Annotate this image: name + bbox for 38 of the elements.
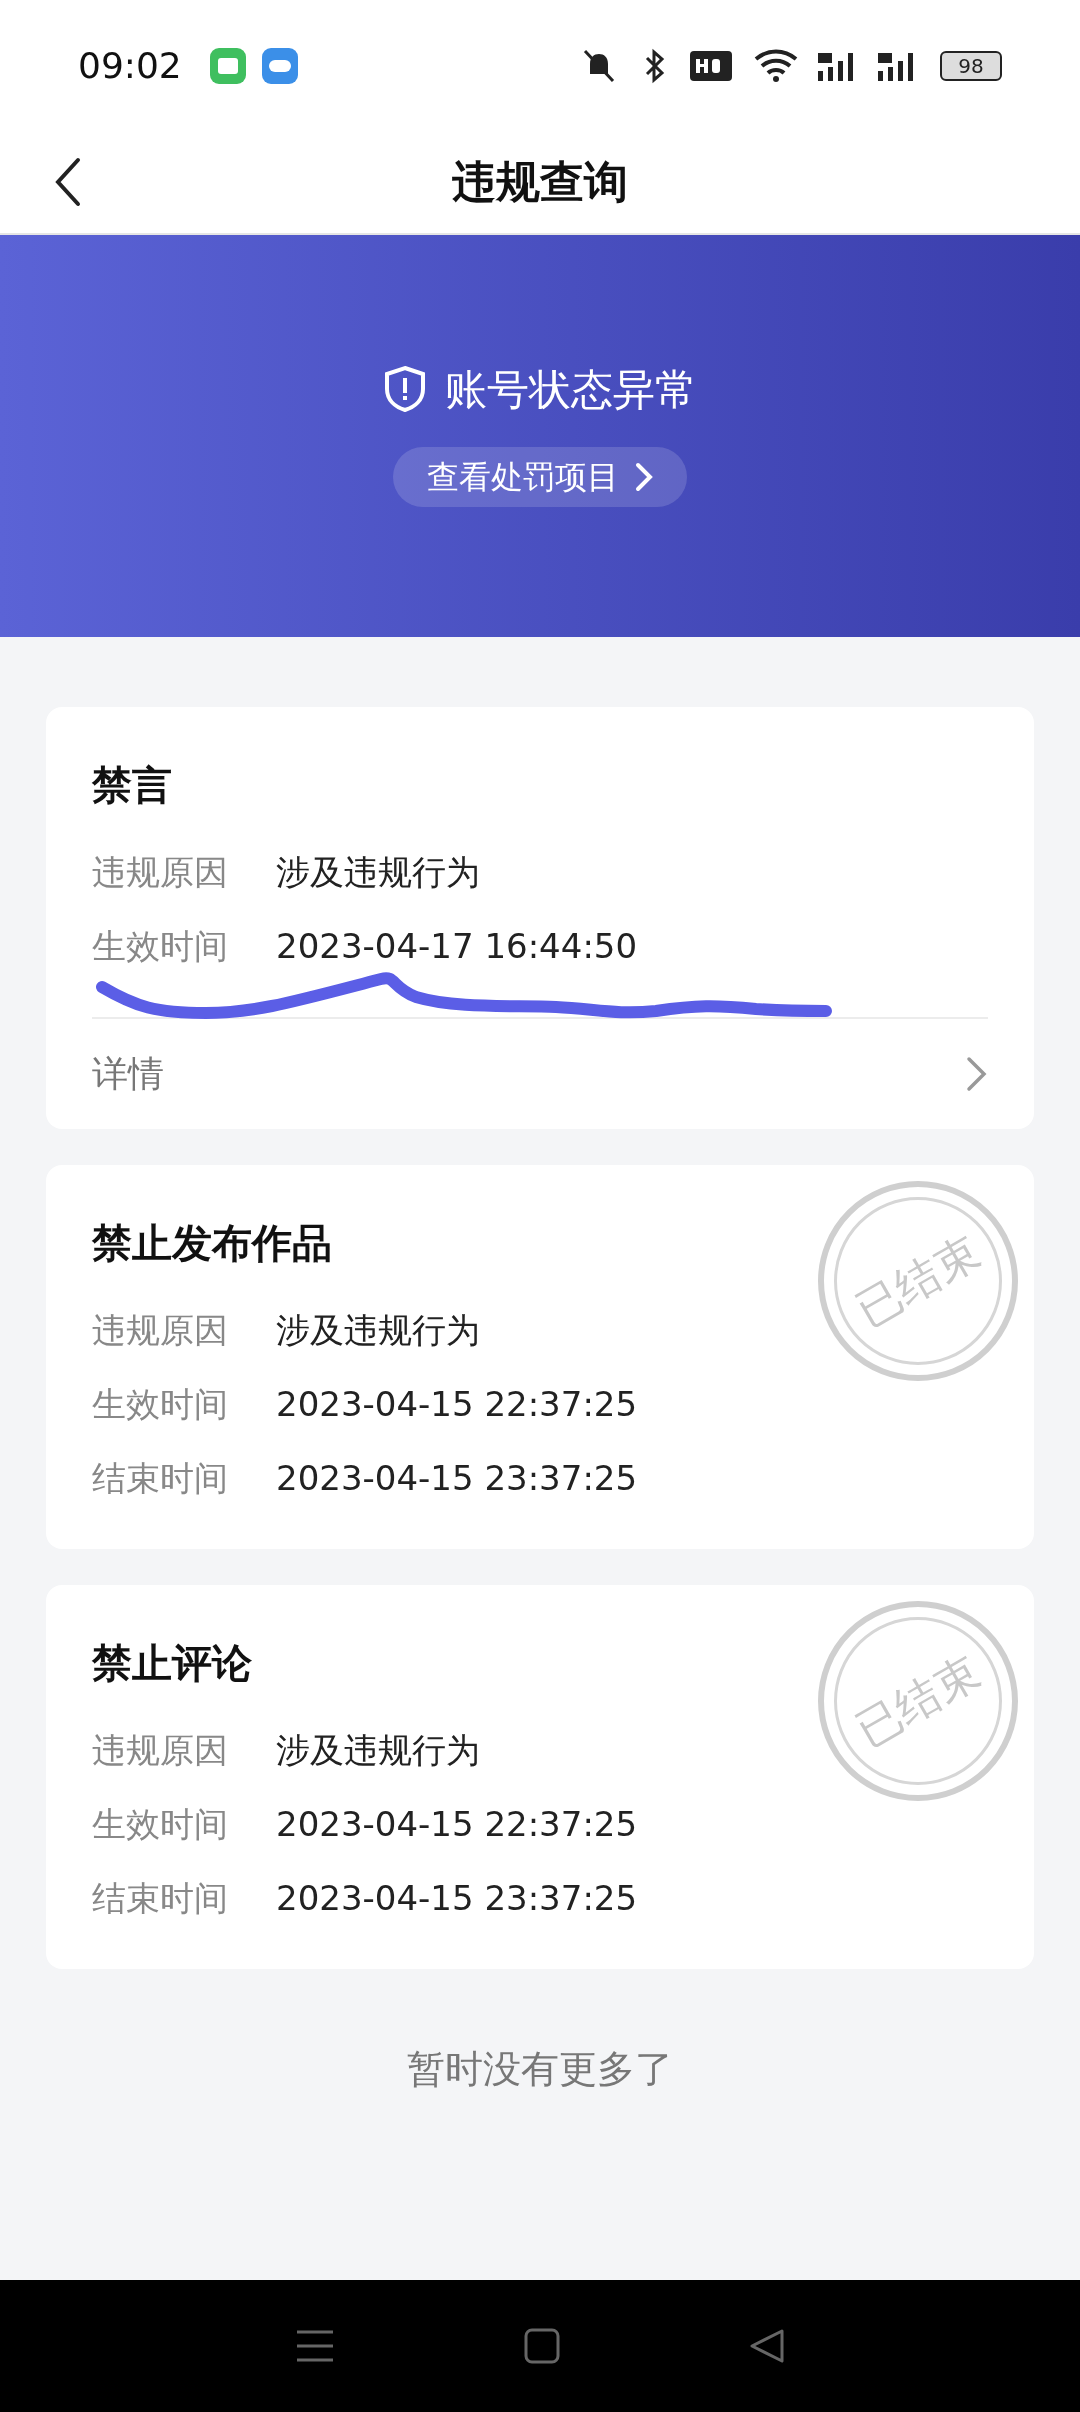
back-icon[interactable] xyxy=(749,2328,786,2364)
field-value: 涉及违规行为 xyxy=(276,850,480,894)
bluetooth-icon xyxy=(644,48,666,84)
field-label: 结束时间 xyxy=(92,1876,229,1920)
card-title: 禁言 xyxy=(92,761,172,810)
chevron-right-icon xyxy=(966,1056,988,1092)
menu-icon[interactable] xyxy=(294,2329,335,2363)
shield-alert-icon xyxy=(383,365,427,413)
field-label: 违规原因 xyxy=(92,850,229,894)
field-value: 2023-04-15 22:37:25 xyxy=(276,1802,638,1846)
details-link[interactable]: 详情 xyxy=(46,1019,1034,1129)
messages-app-icon xyxy=(209,48,246,84)
field-label: 结束时间 xyxy=(92,1456,229,1500)
home-icon[interactable] xyxy=(524,2328,560,2364)
card-title: 禁止发布作品 xyxy=(92,1219,332,1268)
card-title: 禁止评论 xyxy=(92,1639,252,1688)
field-label: 生效时间 xyxy=(92,1382,229,1426)
field-value: 2023-04-15 22:37:25 xyxy=(276,1382,638,1426)
status-time: 09:02 xyxy=(78,44,182,88)
hd-icon xyxy=(690,51,732,81)
page-title: 违规查询 xyxy=(452,154,628,209)
field-value: 2023-04-15 23:37:25 xyxy=(276,1456,638,1500)
view-penalties-button[interactable]: 查看处罚项目 xyxy=(393,446,687,507)
muted-bell-icon xyxy=(582,48,616,84)
end-of-list-text: 暂时没有更多了 xyxy=(406,2046,674,2093)
battery-indicator: 98 xyxy=(940,51,1002,81)
field-value: 2023-04-17 16:44:50 xyxy=(276,924,638,968)
field-label: 违规原因 xyxy=(92,1728,229,1772)
field-value: 涉及违规行为 xyxy=(276,1308,480,1352)
weather-app-icon xyxy=(261,48,298,84)
wifi-icon xyxy=(754,49,798,83)
field-label: 违规原因 xyxy=(92,1308,229,1352)
field-value: 涉及违规行为 xyxy=(276,1728,480,1772)
account-status-text: 账号状态异常 xyxy=(445,363,697,416)
field-label: 生效时间 xyxy=(92,1802,229,1846)
field-value: 2023-04-15 23:37:25 xyxy=(276,1876,638,1920)
chevron-right-icon xyxy=(635,461,653,492)
field-label: 生效时间 xyxy=(92,924,229,968)
